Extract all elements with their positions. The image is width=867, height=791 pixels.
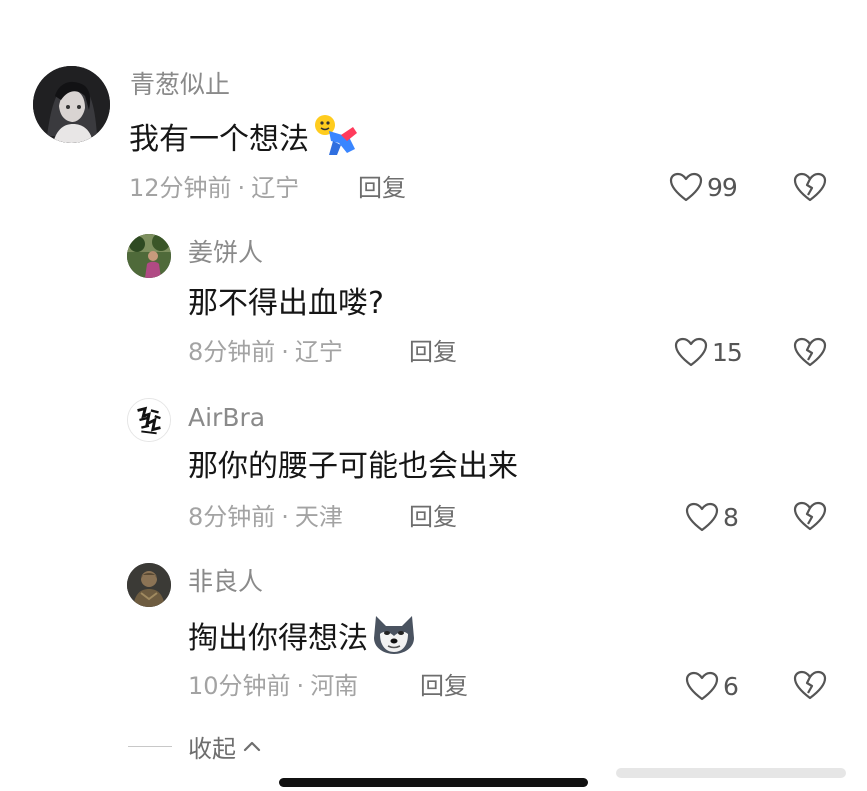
reply-button[interactable]: 回复 (409, 501, 457, 533)
comment-location: 辽宁 (251, 174, 300, 202)
comment-location: 天津 (294, 503, 343, 531)
comment-meta: 8分钟前 · 辽宁 (188, 336, 343, 368)
like-count: 8 (723, 502, 739, 532)
comment-text-body: 掏出你得想法 (188, 621, 368, 656)
sliding-doll-emoji-icon (311, 113, 361, 168)
comment-meta: 10分钟前 · 河南 (188, 670, 358, 702)
comment-time: 10分钟前 (188, 672, 291, 700)
chevron-up-icon (243, 741, 261, 752)
like-button[interactable]: 6 (685, 669, 739, 703)
avatar[interactable] (127, 398, 171, 442)
heart-outline-icon (674, 337, 708, 367)
comment-location: 河南 (310, 672, 359, 700)
comment-text: 那你的腰子可能也会出来 (188, 449, 518, 484)
heart-outline-icon (685, 671, 719, 701)
heart-outline-icon (669, 172, 703, 202)
like-button[interactable]: 8 (685, 500, 739, 534)
comment-time: 8分钟前 (188, 503, 276, 531)
like-count: 99 (707, 172, 738, 202)
dislike-button[interactable] (793, 336, 827, 368)
collapse-replies[interactable]: 收起 (128, 729, 262, 764)
collapse-label[interactable]: 收起 (188, 729, 236, 764)
watermark-logo (616, 762, 856, 784)
comment-text: 那不得出血喽? (188, 286, 384, 321)
comment-text: 我有一个想法 (129, 113, 361, 168)
separator: · (281, 338, 289, 366)
separator: · (281, 503, 289, 531)
username[interactable]: 青葱似止 (130, 69, 230, 101)
reply-button[interactable]: 回复 (420, 670, 468, 702)
username[interactable]: AirBra (188, 402, 265, 434)
like-button[interactable]: 99 (669, 170, 738, 204)
comment-text: 掏出你得想法 (188, 612, 418, 667)
heart-outline-icon (685, 502, 719, 532)
separator: · (237, 174, 246, 202)
comment-location: 辽宁 (294, 338, 343, 366)
like-button[interactable]: 15 (674, 335, 743, 369)
home-indicator[interactable] (279, 778, 588, 787)
comment-time: 12分钟前 (129, 174, 232, 202)
broken-heart-icon (793, 172, 827, 202)
like-count: 6 (723, 671, 739, 701)
username[interactable]: 非良人 (188, 566, 263, 598)
username[interactable]: 姜饼人 (188, 237, 263, 269)
reply-button[interactable]: 回复 (358, 172, 406, 204)
divider (128, 745, 172, 747)
broken-heart-icon (793, 670, 827, 700)
avatar[interactable] (127, 234, 171, 278)
separator: · (296, 672, 305, 700)
husky-face-emoji-icon (370, 612, 418, 667)
avatar[interactable] (33, 66, 110, 143)
comment-text-body: 我有一个想法 (129, 122, 309, 157)
reply-button[interactable]: 回复 (409, 336, 457, 368)
dislike-button[interactable] (793, 171, 827, 203)
like-count: 15 (712, 337, 743, 367)
dislike-button[interactable] (793, 669, 827, 701)
broken-heart-icon (793, 337, 827, 367)
avatar[interactable] (127, 563, 171, 607)
comment-meta: 8分钟前 · 天津 (188, 501, 343, 533)
broken-heart-icon (793, 501, 827, 531)
comment-meta: 12分钟前 · 辽宁 (129, 172, 299, 204)
comment-time: 8分钟前 (188, 338, 276, 366)
dislike-button[interactable] (793, 500, 827, 532)
